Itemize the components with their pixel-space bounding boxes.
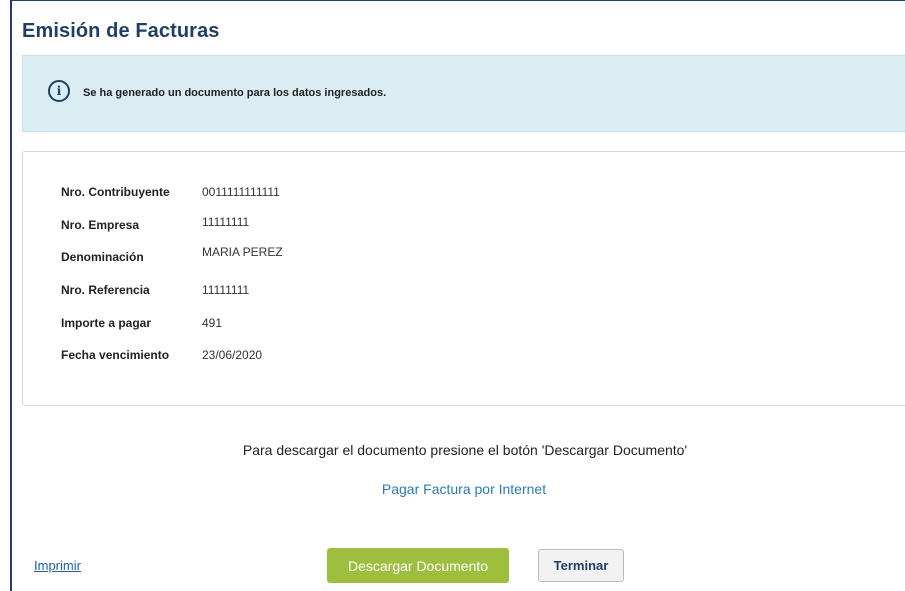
detail-value-contribuyente: 0011111111111 [202, 185, 280, 199]
download-document-button[interactable]: Descargar Documento [327, 548, 509, 583]
detail-label-importe: Importe a pagar [61, 316, 152, 330]
finish-button[interactable]: Terminar [538, 549, 624, 582]
detail-value-referencia: 11111111 [202, 283, 250, 297]
details-panel: Nro. Contribuyente 0011111111111 Nro. Em… [22, 151, 905, 406]
window-top-border [10, 0, 905, 1]
detail-label-empresa: Nro. Empresa [61, 218, 140, 232]
detail-label-referencia: Nro. Referencia [61, 283, 150, 297]
detail-value-denominacion: MARIA PEREZ [202, 245, 283, 259]
detail-value-importe: 491 [202, 316, 223, 330]
detail-label-denominacion: Denominación [61, 250, 144, 264]
info-message: Se ha generado un documento para los dat… [83, 87, 387, 99]
pay-invoice-online-link[interactable]: Pagar Factura por Internet [0, 481, 905, 497]
page-title: Emisión de Facturas [22, 20, 220, 42]
window-left-border [10, 0, 12, 591]
download-instruction-text: Para descargar el documento presione el … [242, 442, 688, 458]
info-alert: i Se ha generado un documento para los d… [22, 55, 905, 132]
info-circle-icon: i [48, 80, 70, 102]
detail-label-contribuyente: Nro. Contribuyente [61, 185, 170, 199]
detail-value-vencimiento: 23/06/2020 [202, 348, 263, 362]
detail-value-empresa: 11111111 [202, 215, 250, 229]
print-link[interactable]: Imprimir [34, 558, 81, 573]
detail-label-vencimiento: Fecha vencimiento [61, 348, 170, 362]
